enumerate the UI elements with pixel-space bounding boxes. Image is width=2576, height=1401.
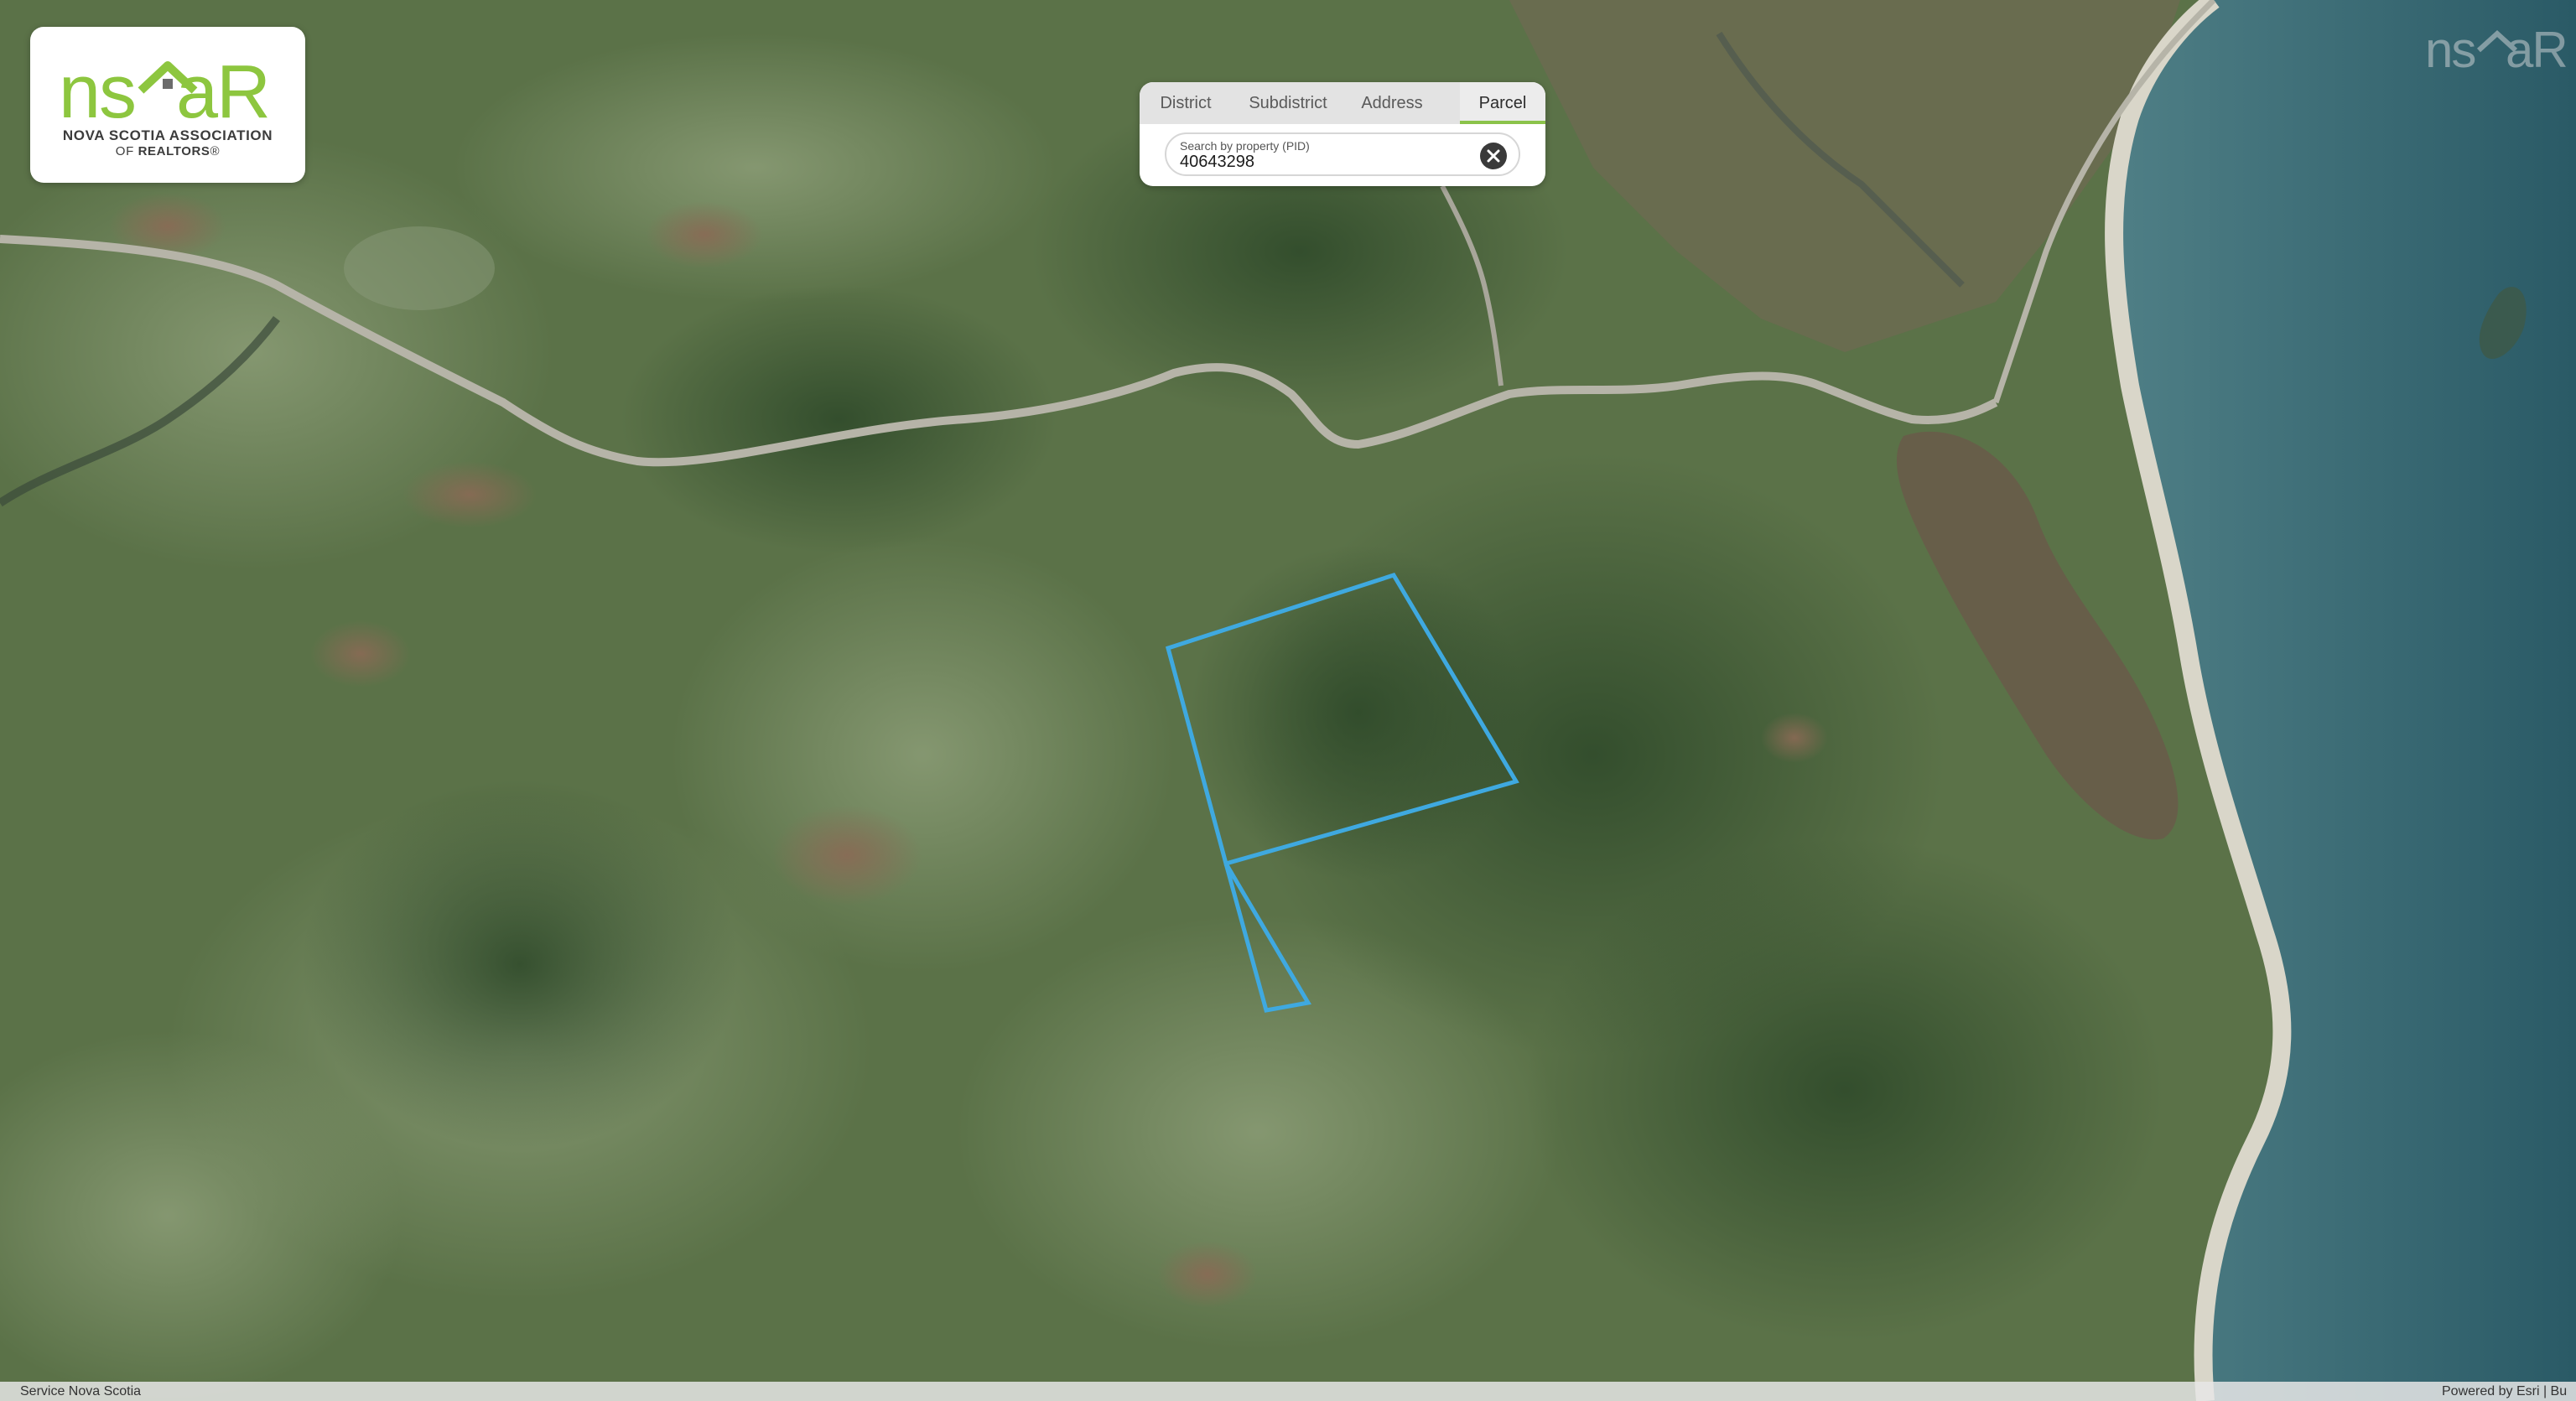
svg-text:aR: aR [176, 50, 269, 124]
map-view[interactable] [0, 0, 2576, 1401]
tab-district[interactable]: District [1140, 82, 1232, 124]
tab-subdistrict[interactable]: Subdistrict [1232, 82, 1344, 124]
pid-search-field[interactable]: Search by property (PID) [1165, 132, 1520, 176]
svg-text:ns: ns [59, 50, 135, 124]
satellite-basemap[interactable] [0, 0, 2576, 1401]
map-attribution: Service Nova Scotia Powered by Esri | Bu [0, 1382, 2576, 1401]
svg-text:aR: aR [2506, 22, 2567, 78]
search-panel: District Subdistrict Address Parcel Sear… [1140, 82, 1545, 186]
nsar-logo[interactable]: ns aR NOVA SCOTIA ASSOCIATION OF REALTOR… [30, 27, 305, 183]
pid-search-input[interactable] [1180, 153, 1465, 172]
logo-tagline-line2: OF REALTORS® [115, 144, 221, 158]
logo-tagline-line1: NOVA SCOTIA ASSOCIATION [62, 127, 273, 143]
close-circle-icon[interactable] [1480, 143, 1507, 169]
attribution-powered-by[interactable]: Powered by Esri | Bu [2442, 1382, 2576, 1401]
nsar-watermark-logo: ns aR [2425, 22, 2568, 78]
pid-search-label: Search by property (PID) [1180, 139, 1310, 153]
nsar-wordmark-logo: ns aR [59, 50, 271, 124]
search-tabs: District Subdistrict Address Parcel [1140, 82, 1545, 124]
attribution-source: Service Nova Scotia [20, 1384, 142, 1398]
svg-text:ns: ns [2425, 22, 2475, 78]
tab-address[interactable]: Address [1344, 82, 1440, 124]
tab-parcel[interactable]: Parcel [1460, 82, 1545, 124]
